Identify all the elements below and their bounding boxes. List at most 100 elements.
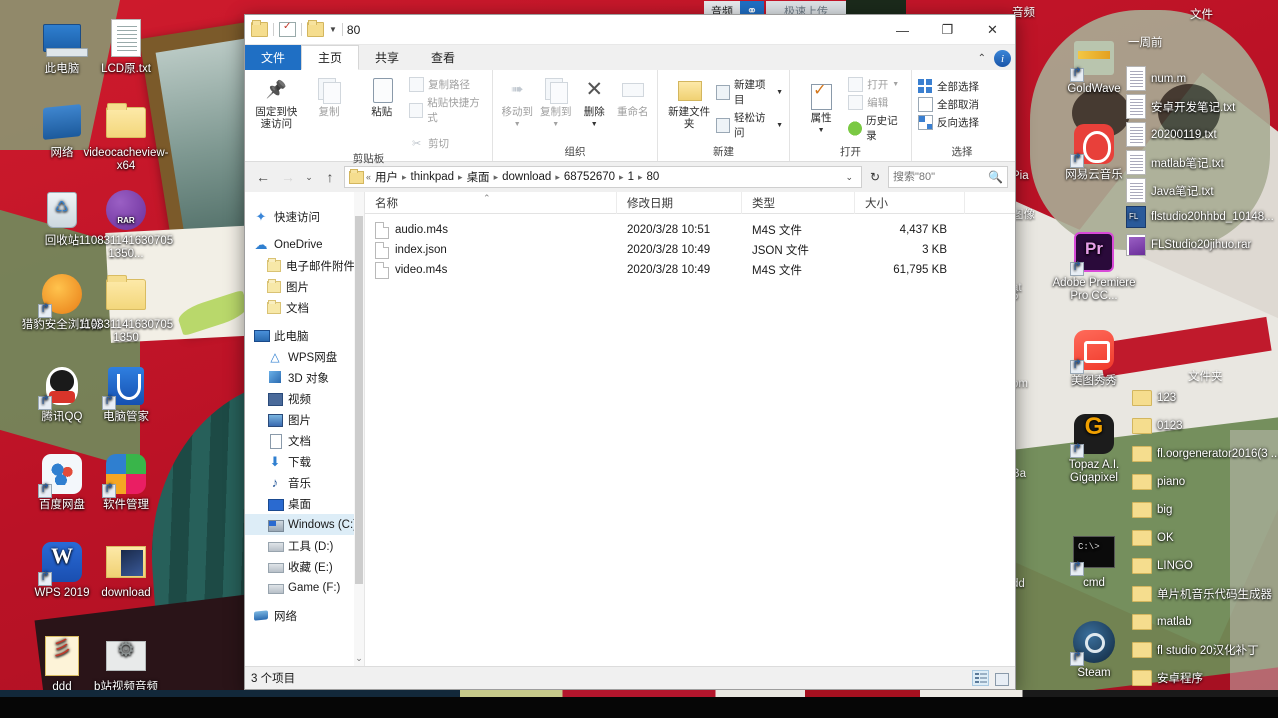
new-folder-button[interactable]: 新建文件夹 (664, 73, 714, 130)
new-item-button[interactable]: 新建项目 ▼ (716, 77, 783, 107)
history-button[interactable]: 历史记录 (848, 113, 905, 143)
desktop-folder-item-5[interactable]: OK (1132, 530, 1174, 546)
desktop-file-item-3[interactable]: matlab笔记.txt (1126, 150, 1224, 175)
desktop-icon-right-4[interactable]: Topaz A.I. Gigapixel (1046, 412, 1142, 485)
breadcrumb-item-5[interactable]: 1 (626, 171, 636, 183)
invert-selection-button[interactable]: 反向选择 (918, 115, 979, 130)
desktop-icon-left-3[interactable]: videocacheview-x64 (78, 100, 174, 173)
folder-icon[interactable] (251, 20, 268, 37)
desktop-file-item-0[interactable]: num.m (1126, 66, 1186, 91)
desktop-icon-left-13[interactable]: download (78, 540, 174, 600)
rename-button[interactable]: 重命名 (615, 73, 652, 119)
desktop-icon-right-5[interactable]: cmd (1046, 530, 1142, 590)
nav-scrollbar-thumb[interactable] (355, 216, 363, 584)
back-button[interactable]: ← (252, 166, 274, 188)
select-none-button[interactable]: 全部取消 (918, 97, 979, 112)
nav-item-17[interactable]: Game (F:) (245, 577, 364, 598)
forward-button[interactable]: → (277, 166, 299, 188)
help-icon[interactable]: i (994, 50, 1011, 67)
chevron-down-icon[interactable]: ▼ (776, 122, 783, 129)
desktop-icon-left-15[interactable]: b站视频音频 (78, 634, 174, 690)
nav-item-3[interactable]: 图片 (245, 276, 364, 297)
desktop-folder-item-9[interactable]: fl studio 20汉化补丁 (1132, 642, 1259, 658)
tab-file[interactable]: 文件 (245, 45, 302, 70)
search-input[interactable] (893, 171, 985, 183)
desktop-icon-left-11[interactable]: 软件管理 (78, 452, 174, 512)
desktop-file-item-2[interactable]: 20200119.txt (1126, 122, 1217, 147)
nav-item-14[interactable]: Windows (C:) (245, 514, 364, 535)
delete-button[interactable]: 删除 ▼ (576, 73, 613, 130)
desktop-icon-left-9[interactable]: 电脑管家 (78, 364, 174, 424)
desktop-folder-item-0[interactable]: 123 (1132, 390, 1176, 406)
breadcrumb-item-1[interactable]: thinkpad (409, 171, 456, 183)
chevron-down-icon[interactable]: ▼ (514, 119, 521, 131)
paste-shortcut-button[interactable]: 粘贴快捷方式 (409, 95, 486, 125)
details-view-icon[interactable] (972, 670, 989, 686)
breadcrumb-item-4[interactable]: 68752670 (562, 171, 617, 183)
breadcrumb-item-3[interactable]: download (500, 171, 553, 183)
address-dropdown-icon[interactable]: ⌄ (841, 172, 857, 183)
desktop-file-item-6[interactable]: FLStudio20jihuo.rar (1126, 234, 1251, 256)
pin-to-quick-access-button[interactable]: 固定到快速访问 (251, 73, 302, 130)
desktop-folder-item-4[interactable]: big (1132, 502, 1172, 518)
desktop-folder-item-6[interactable]: LINGO (1132, 558, 1193, 574)
nav-item-7[interactable]: 3D 对象 (245, 367, 364, 388)
nav-item-8[interactable]: 视频 (245, 388, 364, 409)
nav-item-13[interactable]: 桌面 (245, 493, 364, 514)
nav-item-10[interactable]: 文档 (245, 430, 364, 451)
desktop-file-item-4[interactable]: Java笔记.txt (1126, 178, 1214, 203)
breadcrumb-item-6[interactable]: 80 (645, 171, 662, 183)
chevron-down-icon[interactable]: ▼ (552, 119, 559, 131)
collapse-ribbon-icon[interactable]: ⌃ (978, 53, 986, 64)
properties-button[interactable]: 属性 ▼ (796, 73, 846, 136)
desktop-icon-left-1[interactable]: LCD原.txt (78, 16, 174, 76)
nav-item-11[interactable]: 下载 (245, 451, 364, 472)
search-icon[interactable]: 🔍 (988, 170, 1003, 184)
desktop-folder-item-3[interactable]: piano (1132, 474, 1185, 490)
easy-access-button[interactable]: 轻松访问 ▼ (716, 110, 783, 140)
desktop-folder-item-1[interactable]: 0123 (1132, 418, 1183, 434)
desktop-file-item-5[interactable]: flstudio20hhbd_10148... (1126, 206, 1274, 228)
cut-button[interactable]: ✂ 剪切 (409, 136, 486, 151)
copy-to-button[interactable]: 复制到 ▼ (538, 73, 575, 130)
nav-item-15[interactable]: 工具 (D:) (245, 535, 364, 556)
desktop-icon-left-7[interactable]: 1108311416307051350 (78, 272, 174, 345)
up-button[interactable]: ↑ (319, 166, 341, 188)
desktop-icon-left-5[interactable]: 1108311416307051350... (78, 188, 174, 261)
new-folder-icon[interactable] (307, 20, 324, 37)
chevron-down-icon[interactable]: ▼ (818, 125, 825, 137)
open-button[interactable]: 打开 ▼ (848, 77, 905, 92)
close-button[interactable]: ✕ (970, 15, 1015, 45)
tab-view[interactable]: 查看 (415, 45, 471, 70)
column-header-name[interactable]: 名称 ⌃ (365, 192, 617, 214)
table-row[interactable]: audio.m4s 2020/3/28 10:51 M4S 文件 4,437 KB (365, 220, 1015, 240)
edit-button[interactable]: 编辑 (848, 95, 905, 110)
desktop-icon-right-3[interactable]: 美图秀秀 (1046, 328, 1142, 388)
nav-item-16[interactable]: 收藏 (E:) (245, 556, 364, 577)
breadcrumb-item-0[interactable]: 用户 (373, 169, 400, 185)
maximize-button[interactable]: ❐ (925, 15, 970, 45)
column-header-date[interactable]: 修改日期 (617, 192, 742, 214)
nav-item-0[interactable]: 快速访问 (245, 206, 364, 227)
search-box[interactable]: 🔍 (888, 166, 1008, 188)
tab-home[interactable]: 主页 (301, 45, 360, 70)
copy-path-button[interactable]: 复制路径 (409, 77, 486, 92)
breadcrumb-item-2[interactable]: 桌面 (465, 169, 492, 185)
nav-item-9[interactable]: 图片 (245, 409, 364, 430)
desktop-icon-right-6[interactable]: Steam (1046, 620, 1142, 680)
desktop-file-item-1[interactable]: 安卓开发笔记.txt (1126, 94, 1235, 119)
minimize-button[interactable]: — (880, 15, 925, 45)
nav-scroll-down-icon[interactable]: ⌄ (354, 653, 364, 664)
desktop-folder-item-7[interactable]: 单片机音乐代码生成器 (1132, 586, 1272, 602)
large-icons-view-icon[interactable] (992, 670, 1009, 686)
refresh-button[interactable]: ↻ (865, 166, 885, 188)
chevron-down-icon[interactable]: ▼ (591, 119, 598, 131)
column-header-type[interactable]: 类型 (742, 192, 855, 214)
nav-item-1[interactable]: OneDrive (245, 234, 364, 255)
desktop-folder-item-2[interactable]: fl.oorgenerator2016(3 ... (1132, 446, 1278, 462)
nav-item-6[interactable]: WPS网盘 (245, 346, 364, 367)
chevron-down-icon[interactable]: ▼ (776, 89, 783, 96)
recent-locations-button[interactable]: ⌄ (302, 166, 316, 188)
table-row[interactable]: video.m4s 2020/3/28 10:49 M4S 文件 61,795 KB (365, 260, 1015, 280)
column-header-size[interactable]: 大小 (855, 192, 965, 214)
